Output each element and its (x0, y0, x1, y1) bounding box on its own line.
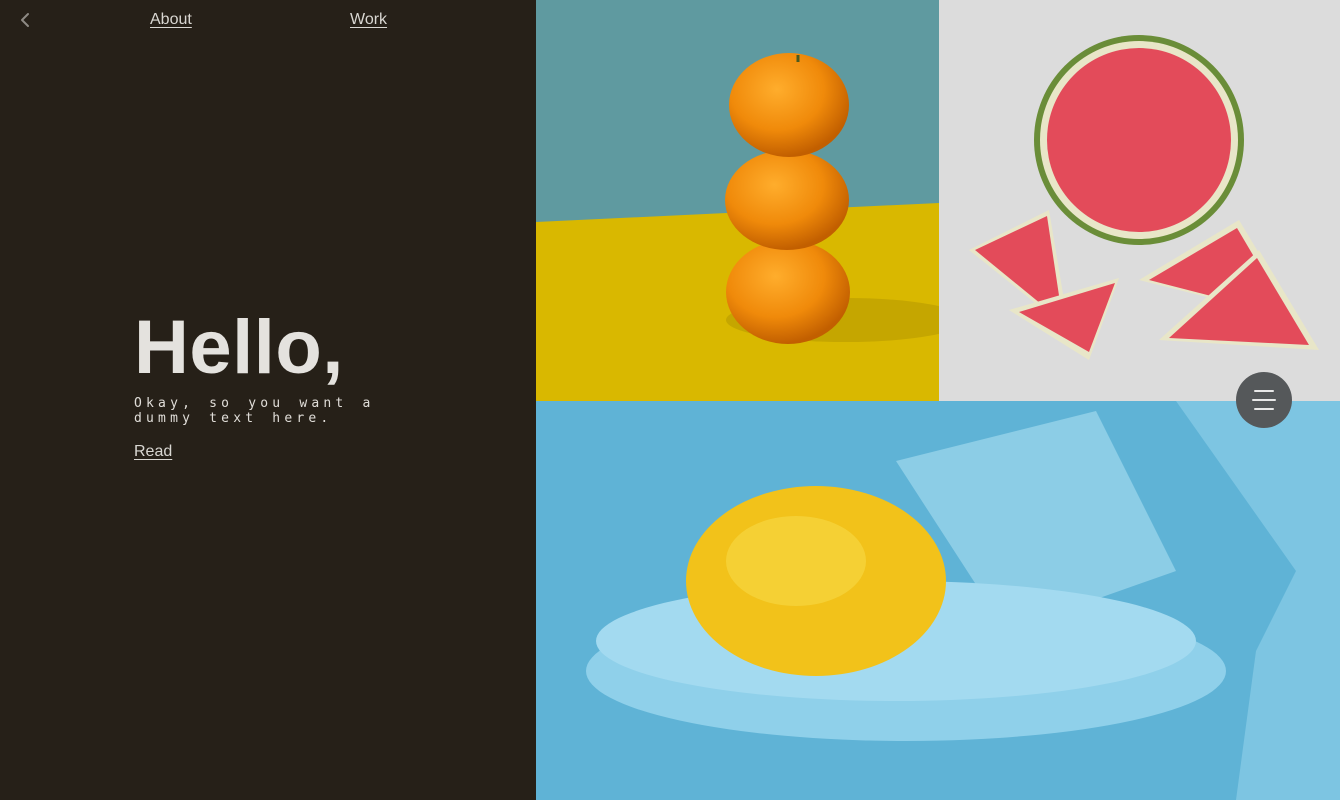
hero-subtitle: Okay, so you want a dummy text here. (134, 396, 375, 426)
nav-work-link[interactable]: Work (350, 11, 387, 29)
chevron-left-icon[interactable] (17, 11, 35, 29)
intro-panel: About Work Hello, Okay, so you want a du… (0, 0, 536, 800)
read-link[interactable]: Read (134, 443, 172, 461)
lemon-image (536, 401, 1340, 800)
nav-about-link[interactable]: About (150, 11, 192, 29)
watermelon-image (939, 0, 1340, 401)
hamburger-menu-icon[interactable] (1236, 372, 1292, 428)
oranges-image (536, 0, 939, 401)
hero-title: Hello, (134, 305, 344, 390)
